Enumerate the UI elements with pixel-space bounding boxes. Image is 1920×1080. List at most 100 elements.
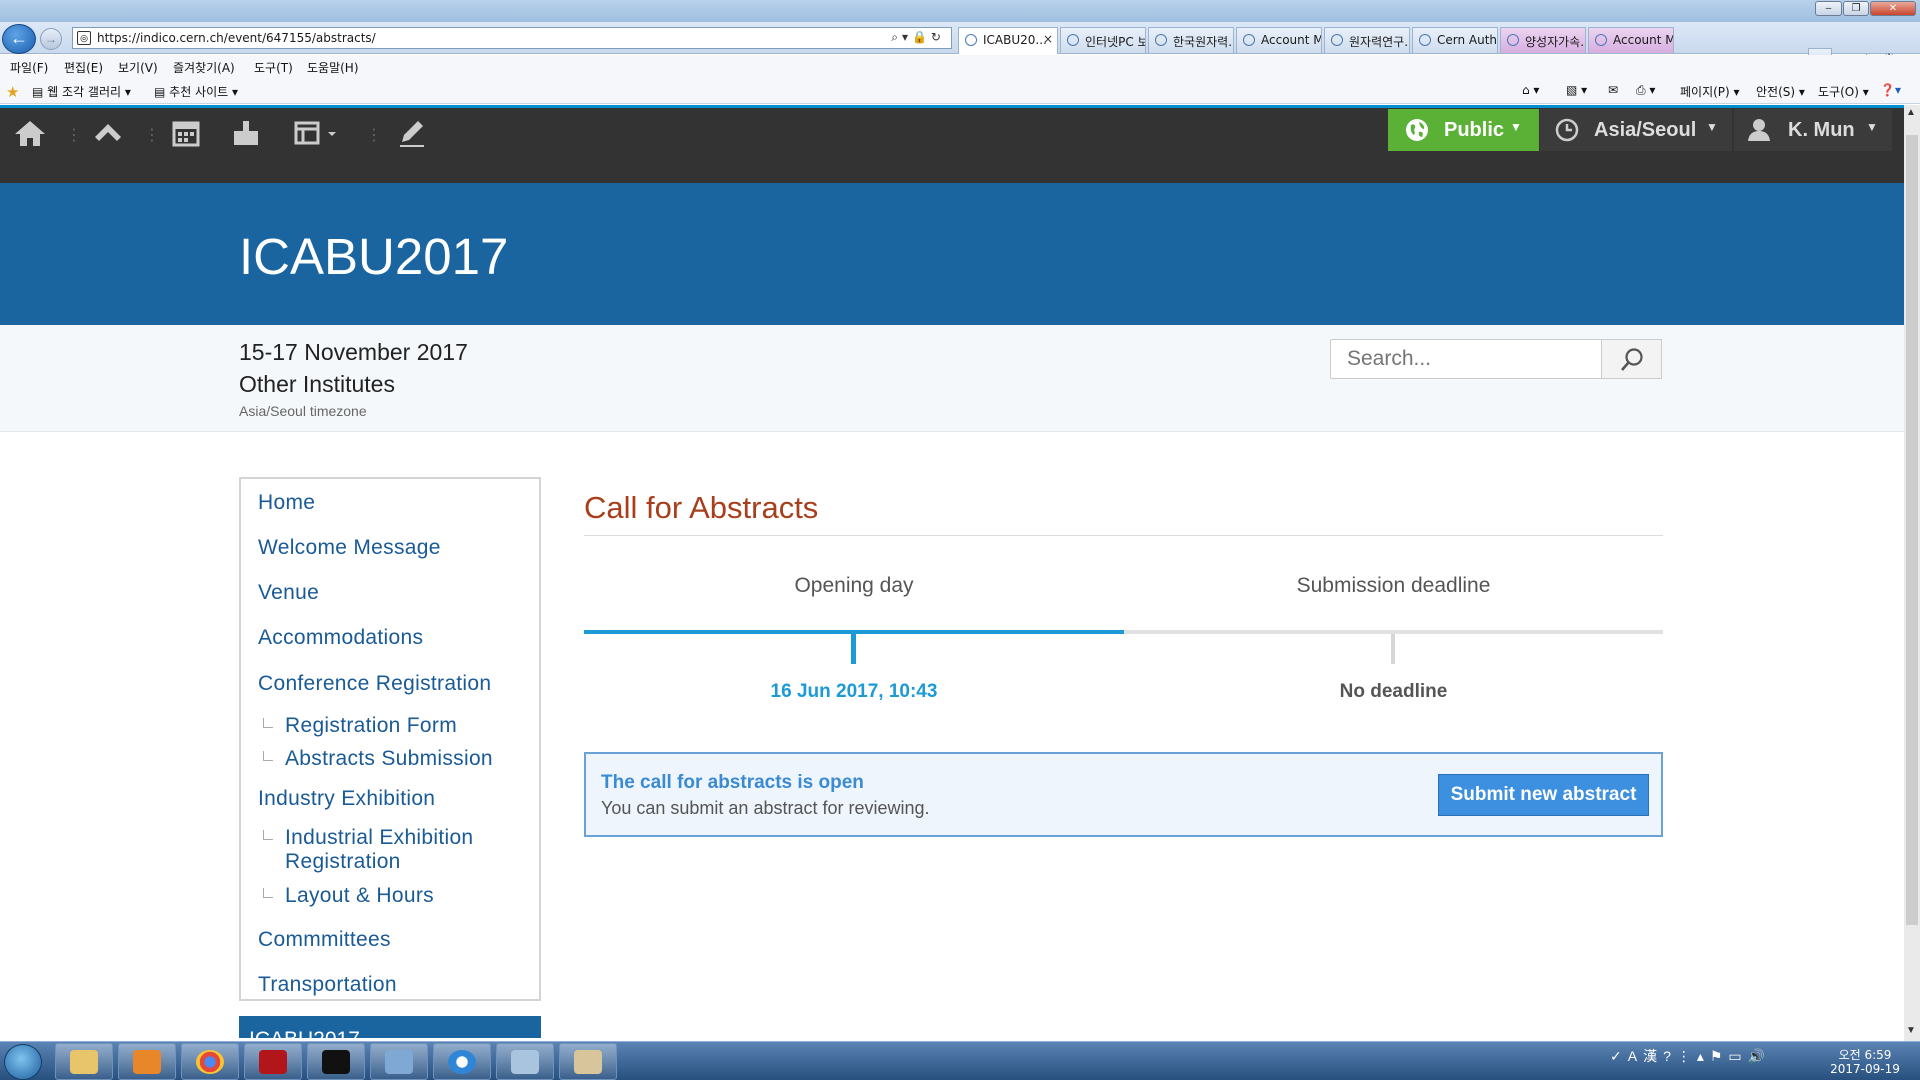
sidebar-item-4[interactable]: Conference Registration: [258, 672, 491, 696]
toolbar-accent-line: [0, 105, 1904, 108]
sidebar-item-0[interactable]: Home: [258, 491, 315, 515]
menu-item-3[interactable]: 즐겨찾기(A): [173, 59, 235, 76]
fav-web-slice[interactable]: ▤ 웹 조각 갤러리 ▾: [32, 83, 131, 100]
scrollbar-thumb[interactable]: [1906, 135, 1918, 925]
tab-favicon-icon: [1331, 34, 1343, 46]
menu-item-1[interactable]: 편집(E): [64, 59, 103, 76]
search-input[interactable]: [1330, 339, 1602, 379]
close-tab-icon[interactable]: ×: [1043, 32, 1053, 46]
sidebar-item-10[interactable]: Commmittees: [258, 928, 391, 952]
home-icon[interactable]: [10, 115, 50, 151]
sidebar-item-2[interactable]: Venue: [258, 581, 319, 605]
favorites-bar: ★ ▤ 웹 조각 갤러리 ▾ ▤ 추천 사이트 ▾ ⌂ ▾ ▧ ▾ ✉ ⎙ ▾ …: [0, 77, 1920, 104]
tab-label: 원자력연구...: [1349, 35, 1410, 49]
download-icon[interactable]: [226, 115, 266, 151]
window-task[interactable]: [370, 1043, 428, 1080]
search-button[interactable]: [1602, 339, 1662, 379]
sidebar-item-9[interactable]: Layout & Hours: [285, 884, 525, 908]
sidebar-item-6[interactable]: Abstracts Submission: [285, 747, 525, 771]
explorer-task[interactable]: [55, 1043, 113, 1080]
opening-date: 16 Jun 2017, 10:43: [770, 681, 938, 702]
page-scrollbar[interactable]: ▲ ▼: [1904, 105, 1920, 1041]
sidebar-next-block: ICABU2017: [239, 1016, 541, 1038]
scroll-up-icon[interactable]: ▲: [1906, 107, 1916, 118]
chevron-down-icon: ▼: [1866, 120, 1878, 134]
paint-task[interactable]: [559, 1043, 617, 1080]
timezone-menu-button[interactable]: Asia/Seoul ▼: [1540, 109, 1732, 151]
browser-tab-7[interactable]: Account Ma...: [1588, 27, 1674, 53]
edit-icon[interactable]: [392, 115, 432, 151]
tab-favicon-icon: [1067, 34, 1079, 46]
back-button[interactable]: ←: [2, 24, 36, 54]
up-icon[interactable]: [88, 115, 128, 151]
command-print-icon[interactable]: ⎙ ▾: [1636, 83, 1655, 98]
sidebar-item-3[interactable]: Accommodations: [258, 626, 423, 650]
browser-tab-4[interactable]: 원자력연구...: [1324, 27, 1410, 53]
window-titlebar: – ❐ ✕: [0, 0, 1920, 22]
call-open-callout: The call for abstracts is open You can s…: [584, 752, 1663, 837]
tab-label: Account Ma...: [1613, 33, 1673, 47]
scroll-down-icon[interactable]: ▼: [1906, 1025, 1916, 1036]
chrome-task[interactable]: [181, 1043, 239, 1080]
forward-button[interactable]: →: [40, 28, 62, 50]
browser-tab-0[interactable]: ICABU20... ×: [958, 27, 1058, 54]
browser-tab-3[interactable]: Account Ma...: [1236, 27, 1322, 53]
command-feeds-icon[interactable]: ▧ ▾: [1566, 83, 1587, 97]
browser-tab-5[interactable]: Cern Authen...: [1412, 27, 1498, 53]
command-safety-menu[interactable]: 안전(S) ▾: [1756, 83, 1805, 100]
menu-item-2[interactable]: 보기(V): [118, 59, 158, 76]
fav-suggested-sites[interactable]: ▤ 추천 사이트 ▾: [154, 83, 238, 100]
clock-date[interactable]: 2017-09-19: [1820, 1062, 1910, 1076]
address-tools-icons[interactable]: ⌕▾🔒↻: [891, 30, 945, 45]
start-button[interactable]: [4, 1044, 42, 1080]
clock-icon: [1555, 118, 1579, 142]
submit-new-abstract-button[interactable]: Submit new abstract: [1438, 774, 1649, 816]
minimize-button[interactable]: –: [1815, 1, 1842, 16]
sidebar-item-5[interactable]: Registration Form: [285, 714, 525, 738]
command-mail-icon[interactable]: ✉: [1608, 83, 1618, 97]
public-label: Public: [1444, 119, 1505, 141]
tree-connector: [263, 830, 273, 840]
browser-tab-6[interactable]: 양성자가속...: [1500, 27, 1586, 53]
ie-task[interactable]: [433, 1043, 491, 1080]
favorites-star-icon[interactable]: ★: [6, 83, 19, 101]
title-divider: [584, 535, 1663, 536]
browser-tab-1[interactable]: 인터넷PC 보...: [1060, 27, 1146, 53]
terminal-task[interactable]: [307, 1043, 365, 1080]
browser-navbar: ← → ◎ https://indico.cern.ch/event/64715…: [0, 22, 1920, 72]
search-icon: [1621, 348, 1643, 371]
url-text: https://indico.cern.ch/event/647155/abst…: [97, 31, 376, 45]
menu-item-5[interactable]: 도움말(H): [307, 59, 359, 76]
command-tools-menu[interactable]: 도구(O) ▾: [1818, 83, 1869, 100]
tab-label: ICABU20...: [983, 33, 1047, 47]
event-title[interactable]: ICABU2017: [239, 227, 508, 286]
event-dates: 15-17 November 2017: [239, 339, 468, 365]
layout-icon[interactable]: [286, 115, 344, 151]
sidebar-item-1[interactable]: Welcome Message: [258, 536, 441, 560]
maximize-button[interactable]: ❐: [1843, 1, 1869, 16]
acrobat-task[interactable]: [244, 1043, 302, 1080]
menu-bar: 파일(F) 편집(E) 보기(V) 즐겨찾기(A) 도구(T) 도움말(H): [0, 55, 1920, 77]
browser-tab-2[interactable]: 한국원자력...: [1148, 27, 1234, 53]
calendar-icon[interactable]: [166, 115, 206, 151]
sidebar-item-11[interactable]: Transportation: [258, 973, 397, 997]
deadline-value: No deadline: [1339, 681, 1448, 702]
address-bar[interactable]: ◎ https://indico.cern.ch/event/647155/ab…: [72, 27, 952, 49]
media-player-task[interactable]: [118, 1043, 176, 1080]
chevron-down-icon: ▼: [1510, 120, 1522, 134]
deadline-marker: [1391, 634, 1395, 664]
menu-item-0[interactable]: 파일(F): [10, 59, 48, 76]
menu-item-4[interactable]: 도구(T): [254, 59, 293, 76]
help-icon[interactable]: ❓▾: [1880, 83, 1901, 97]
system-tray-icons[interactable]: ✓A漢?⋮▴⚑▭🔊: [1610, 1046, 1771, 1066]
close-window-button[interactable]: ✕: [1870, 1, 1916, 16]
clock-time[interactable]: 오전 6:59: [1820, 1046, 1910, 1063]
command-home-icon[interactable]: ⌂ ▾: [1522, 83, 1539, 97]
public-menu-button[interactable]: Public ▼: [1388, 109, 1539, 151]
notes-task[interactable]: [496, 1043, 554, 1080]
sidebar-item-7[interactable]: Industry Exhibition: [258, 787, 435, 811]
command-page-menu[interactable]: 페이지(P) ▾: [1680, 83, 1740, 100]
sidebar-item-8[interactable]: Industrial Exhibition Registration: [285, 826, 525, 874]
event-organizer: Other Institutes: [239, 371, 395, 397]
user-menu-button[interactable]: K. Mun ▼: [1734, 109, 1892, 151]
